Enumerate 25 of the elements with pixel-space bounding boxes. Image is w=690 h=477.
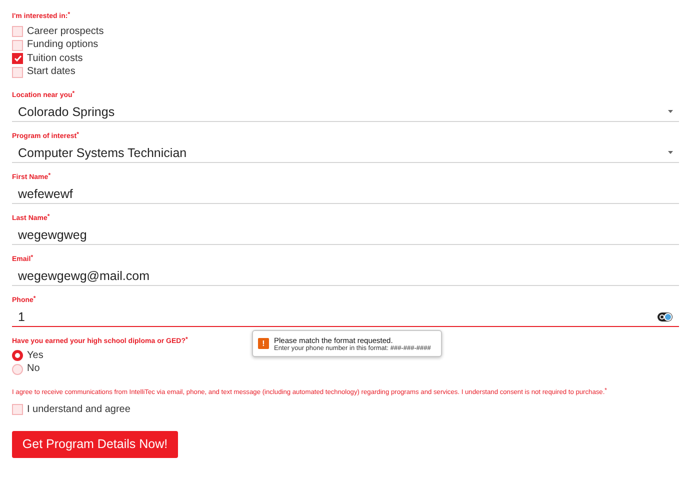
- radio-button[interactable]: [12, 364, 23, 375]
- radio-label[interactable]: No: [27, 363, 40, 376]
- checkbox[interactable]: [12, 26, 23, 38]
- checkbox[interactable]: [12, 66, 23, 78]
- checkbox-label[interactable]: Funding options: [27, 39, 98, 52]
- input-field[interactable]: wefewewf: [12, 184, 679, 204]
- checkbox[interactable]: [12, 53, 23, 64]
- caret-icon: [668, 110, 673, 113]
- checkbox-label[interactable]: Start dates: [27, 66, 76, 78]
- checkbox-label[interactable]: Tuition costs: [27, 52, 83, 65]
- select-field[interactable]: Computer Systems Technician: [12, 143, 679, 163]
- submit-button[interactable]: Get Program Details Now!: [12, 430, 178, 458]
- checkbox-label[interactable]: Career prospects: [27, 26, 104, 38]
- checkbox-label[interactable]: I understand and agree: [27, 404, 130, 416]
- input-field[interactable]: 1: [12, 307, 679, 327]
- input-field[interactable]: wegewgweg: [12, 225, 679, 245]
- warning-icon: !: [258, 338, 269, 349]
- checkbox[interactable]: [12, 404, 23, 416]
- input-field[interactable]: wegewgewg@mail.com: [12, 266, 679, 286]
- autofill-icon[interactable]: [657, 312, 673, 322]
- caret-icon: [668, 151, 673, 154]
- select-field[interactable]: Colorado Springs: [12, 102, 679, 122]
- radio-label[interactable]: Yes: [27, 350, 44, 362]
- radio-button[interactable]: [12, 350, 23, 362]
- checkbox[interactable]: [12, 40, 23, 51]
